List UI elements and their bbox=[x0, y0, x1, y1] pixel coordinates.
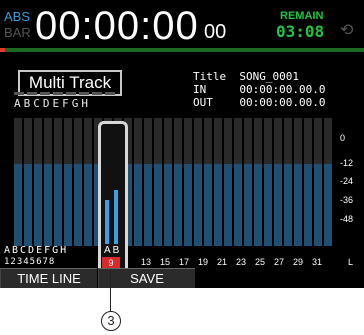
meter-lane bbox=[154, 118, 162, 246]
remain-label: REMAIN bbox=[280, 10, 324, 22]
meter-lane-low bbox=[64, 164, 72, 246]
meter-lane bbox=[294, 118, 302, 246]
meter-lane-low bbox=[274, 164, 282, 246]
meter-lane bbox=[74, 118, 82, 246]
meter-lane-low bbox=[134, 164, 142, 246]
function-key-bar: TIME LINE SAVE bbox=[0, 266, 364, 288]
save-button[interactable]: SAVE bbox=[98, 268, 195, 288]
db-mark-36: -36 bbox=[340, 195, 354, 205]
meter-lane-low bbox=[24, 164, 32, 246]
meter-lane bbox=[174, 118, 182, 246]
meter-lane bbox=[254, 118, 262, 246]
meter-lane-low bbox=[194, 164, 202, 246]
mode-track-letters: ABCDEFGH bbox=[14, 97, 91, 110]
meter-lane-low bbox=[174, 164, 182, 246]
meter-lane-low bbox=[74, 164, 82, 246]
channel-letters: ABCDEFGH bbox=[4, 245, 69, 256]
progress-fill bbox=[0, 48, 5, 52]
callout-label: 3 bbox=[107, 313, 115, 328]
meter-lane-low bbox=[264, 164, 272, 246]
title-label: Title bbox=[193, 70, 227, 83]
meter-lane-low bbox=[304, 164, 312, 246]
meter-lane bbox=[324, 118, 332, 246]
db-mark-48: -48 bbox=[340, 214, 354, 224]
mode-label: Multi Track bbox=[28, 73, 112, 92]
db-mark-12: -12 bbox=[340, 158, 354, 168]
meter-lane-low bbox=[234, 164, 242, 246]
meter-lane bbox=[224, 118, 232, 246]
recorder-screen: ABS BAR 00:00:00 00 REMAIN 03:08 ⟲ Multi… bbox=[0, 0, 364, 288]
meter-lane bbox=[194, 118, 202, 246]
callout-leader-line bbox=[110, 270, 111, 312]
out-label: OUT bbox=[193, 96, 213, 109]
meter-lane bbox=[144, 118, 152, 246]
meter-lane-low bbox=[324, 164, 332, 246]
meter-lane-low bbox=[284, 164, 292, 246]
frame-counter: 00 bbox=[204, 21, 227, 43]
meter-lane bbox=[44, 118, 52, 246]
meter-lane bbox=[184, 118, 192, 246]
out-value: 00:00:00.00.0 bbox=[239, 96, 326, 109]
meter-lane-low bbox=[254, 164, 262, 246]
meter-lane bbox=[214, 118, 222, 246]
status-header: ABS BAR 00:00:00 00 REMAIN 03:08 ⟲ bbox=[0, 0, 364, 52]
loop-icon: ⟲ bbox=[340, 22, 354, 39]
meter-lane-low bbox=[14, 164, 22, 246]
remain-time: 03:08 bbox=[276, 22, 325, 41]
meter-lane bbox=[24, 118, 32, 246]
selected-channel-letters: AB bbox=[104, 245, 122, 256]
callout-number: 3 bbox=[101, 311, 121, 331]
meter-lane bbox=[234, 118, 242, 246]
meter-lane bbox=[84, 118, 92, 246]
meter-lane-low bbox=[314, 164, 322, 246]
time-line-button[interactable]: TIME LINE bbox=[0, 268, 97, 288]
db-mark-24: -24 bbox=[340, 176, 354, 186]
meter-lane bbox=[54, 118, 62, 246]
db-mark-0: 0 bbox=[340, 133, 346, 143]
meter-lane-low bbox=[34, 164, 42, 246]
meter-lane bbox=[204, 118, 212, 246]
save-label: SAVE bbox=[130, 271, 164, 286]
selected-meter-b bbox=[114, 190, 118, 244]
meter-lane bbox=[274, 118, 282, 246]
meter-lane-low bbox=[54, 164, 62, 246]
meter-lane bbox=[64, 118, 72, 246]
meter-lane-low bbox=[214, 164, 222, 246]
meter-lane bbox=[244, 118, 252, 246]
bar-label: BAR bbox=[4, 25, 31, 40]
meter-lane-low bbox=[244, 164, 252, 246]
meter-lane-low bbox=[144, 164, 152, 246]
meter-lane bbox=[164, 118, 172, 246]
meter-lane bbox=[304, 118, 312, 246]
time-line-label: TIME LINE bbox=[17, 271, 81, 286]
title-value: SONG_0001 bbox=[239, 70, 299, 83]
in-label: IN bbox=[193, 83, 207, 96]
song-info: Title SONG_0001 IN 00:00:00.00.0 OUT 00:… bbox=[193, 70, 325, 109]
meter-lane bbox=[314, 118, 322, 246]
meter-lane-low bbox=[204, 164, 212, 246]
meter-lane bbox=[134, 118, 142, 246]
meter-lane-low bbox=[84, 164, 92, 246]
in-value: 00:00:00.00.0 bbox=[239, 83, 326, 96]
time-counter: 00:00:00 bbox=[35, 4, 199, 48]
meter-lane bbox=[264, 118, 272, 246]
meter-lane bbox=[14, 118, 22, 246]
abs-label: ABS bbox=[4, 9, 31, 24]
meter-lane-low bbox=[184, 164, 192, 246]
meter-lane-low bbox=[224, 164, 232, 246]
level-meters bbox=[14, 118, 332, 246]
meter-lane bbox=[34, 118, 42, 246]
meter-lane bbox=[284, 118, 292, 246]
meter-lane-low bbox=[154, 164, 162, 246]
progress-bar bbox=[0, 48, 364, 52]
meter-lane-low bbox=[164, 164, 172, 246]
meter-lane-low bbox=[44, 164, 52, 246]
mode-indicator-dots bbox=[14, 92, 124, 96]
selected-meter-a bbox=[105, 200, 109, 244]
meter-lane-low bbox=[294, 164, 302, 246]
